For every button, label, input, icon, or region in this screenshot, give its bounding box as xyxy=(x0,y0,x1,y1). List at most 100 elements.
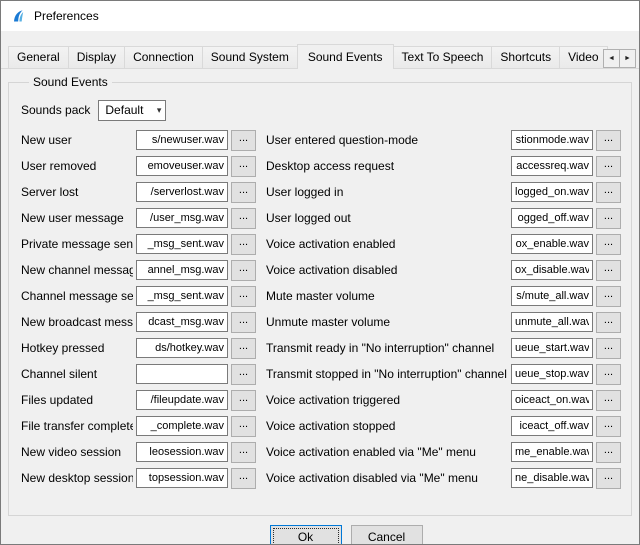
browse-button[interactable]: ... xyxy=(596,130,621,151)
browse-button[interactable]: ... xyxy=(596,312,621,333)
browse-button[interactable]: ... xyxy=(596,182,621,203)
browse-button[interactable]: ... xyxy=(231,312,256,333)
browse-button[interactable]: ... xyxy=(596,442,621,463)
sound-file-input[interactable] xyxy=(511,234,593,254)
tab-text-to-speech[interactable]: Text To Speech xyxy=(393,46,493,69)
browse-button[interactable]: ... xyxy=(231,130,256,151)
tab-video[interactable]: Video xyxy=(559,46,607,69)
titlebar: Preferences xyxy=(1,1,639,31)
browse-button[interactable]: ... xyxy=(596,234,621,255)
sound-event-row: Voice activation disabled via "Me" menu.… xyxy=(266,465,621,491)
sound-event-label: Channel message sent xyxy=(21,289,133,303)
sound-file-input[interactable] xyxy=(136,234,228,254)
sound-event-row: User entered question-mode... xyxy=(266,127,621,153)
tab-scroll-left-button[interactable]: ◄ xyxy=(603,49,620,68)
sound-file-input[interactable] xyxy=(136,156,228,176)
sound-file-input[interactable] xyxy=(511,156,593,176)
browse-button[interactable]: ... xyxy=(231,234,256,255)
sound-event-label: Server lost xyxy=(21,185,133,199)
sound-events-group: Sound Events Sounds pack Default ▾ New u… xyxy=(8,75,632,516)
tab-sound-system[interactable]: Sound System xyxy=(202,46,298,69)
sound-file-input[interactable] xyxy=(136,182,228,202)
sound-events-column-left: New user...User removed...Server lost...… xyxy=(21,127,256,491)
browse-button[interactable]: ... xyxy=(231,338,256,359)
browse-button[interactable]: ... xyxy=(231,286,256,307)
tab-shortcuts[interactable]: Shortcuts xyxy=(491,46,560,69)
sound-event-label: Voice activation disabled via "Me" menu xyxy=(266,471,508,485)
sound-file-input[interactable] xyxy=(136,338,228,358)
sound-event-row: Voice activation disabled... xyxy=(266,257,621,283)
sound-file-input[interactable] xyxy=(136,468,228,488)
sound-file-input[interactable] xyxy=(511,390,593,410)
sound-event-row: User logged out... xyxy=(266,205,621,231)
sound-event-label: User logged in xyxy=(266,185,508,199)
browse-button[interactable]: ... xyxy=(596,208,621,229)
sound-file-input[interactable] xyxy=(136,312,228,332)
browse-button[interactable]: ... xyxy=(596,390,621,411)
sound-file-input[interactable] xyxy=(511,468,593,488)
browse-button[interactable]: ... xyxy=(596,260,621,281)
sound-event-label: Voice activation triggered xyxy=(266,393,508,407)
sound-file-input[interactable] xyxy=(511,182,593,202)
sound-event-row: Files updated... xyxy=(21,387,256,413)
cancel-button[interactable]: Cancel xyxy=(351,525,423,544)
browse-button[interactable]: ... xyxy=(231,156,256,177)
browse-button[interactable]: ... xyxy=(596,468,621,489)
dialog-body: GeneralDisplayConnectionSound SystemSoun… xyxy=(1,31,639,544)
sound-file-input[interactable] xyxy=(136,260,228,280)
sound-file-input[interactable] xyxy=(136,364,228,384)
sound-file-input[interactable] xyxy=(136,390,228,410)
tab-sound-events[interactable]: Sound Events xyxy=(297,44,394,69)
sound-file-input[interactable] xyxy=(511,364,593,384)
sound-file-input[interactable] xyxy=(511,260,593,280)
sound-event-row: New user... xyxy=(21,127,256,153)
browse-button[interactable]: ... xyxy=(596,416,621,437)
tab-scroll-right-button[interactable]: ► xyxy=(619,49,636,68)
sound-file-input[interactable] xyxy=(136,442,228,462)
browse-button[interactable]: ... xyxy=(231,364,256,385)
browse-button[interactable]: ... xyxy=(231,208,256,229)
sound-event-row: Hotkey pressed... xyxy=(21,335,256,361)
browse-button[interactable]: ... xyxy=(596,338,621,359)
sounds-pack-row: Sounds pack Default ▾ xyxy=(21,99,621,121)
sounds-pack-value: Default xyxy=(105,103,143,117)
browse-button[interactable]: ... xyxy=(231,416,256,437)
browse-button[interactable]: ... xyxy=(231,442,256,463)
sound-event-row: Mute master volume... xyxy=(266,283,621,309)
chevron-down-icon: ▾ xyxy=(157,105,162,116)
sound-file-input[interactable] xyxy=(511,338,593,358)
browse-button[interactable]: ... xyxy=(231,390,256,411)
sound-file-input[interactable] xyxy=(511,130,593,150)
sound-event-row: Transmit stopped in "No interruption" ch… xyxy=(266,361,621,387)
sound-file-input[interactable] xyxy=(511,208,593,228)
browse-button[interactable]: ... xyxy=(596,156,621,177)
sound-file-input[interactable] xyxy=(136,286,228,306)
browse-button[interactable]: ... xyxy=(596,364,621,385)
sound-event-label: Voice activation disabled xyxy=(266,263,508,277)
sound-event-row: Server lost... xyxy=(21,179,256,205)
browse-button[interactable]: ... xyxy=(231,260,256,281)
sound-file-input[interactable] xyxy=(136,130,228,150)
sound-event-row: User logged in... xyxy=(266,179,621,205)
tab-connection[interactable]: Connection xyxy=(124,46,203,69)
tab-display[interactable]: Display xyxy=(68,46,125,69)
sound-file-input[interactable] xyxy=(136,416,228,436)
ok-button[interactable]: Ok xyxy=(270,525,342,544)
sounds-pack-select[interactable]: Default ▾ xyxy=(98,100,166,121)
sound-file-input[interactable] xyxy=(511,442,593,462)
browse-button[interactable]: ... xyxy=(231,468,256,489)
sound-event-row: Transmit ready in "No interruption" chan… xyxy=(266,335,621,361)
sound-file-input[interactable] xyxy=(511,286,593,306)
sound-file-input[interactable] xyxy=(136,208,228,228)
sound-file-input[interactable] xyxy=(511,312,593,332)
sound-event-row: User removed... xyxy=(21,153,256,179)
sound-event-label: New user xyxy=(21,133,133,147)
sound-file-input[interactable] xyxy=(511,416,593,436)
tab-general[interactable]: General xyxy=(8,46,69,69)
sound-event-row: New desktop session... xyxy=(21,465,256,491)
sound-event-row: Voice activation enabled... xyxy=(266,231,621,257)
browse-button[interactable]: ... xyxy=(231,182,256,203)
sound-event-label: Private message sent xyxy=(21,237,133,251)
sound-events-column-right: User entered question-mode...Desktop acc… xyxy=(266,127,621,491)
browse-button[interactable]: ... xyxy=(596,286,621,307)
